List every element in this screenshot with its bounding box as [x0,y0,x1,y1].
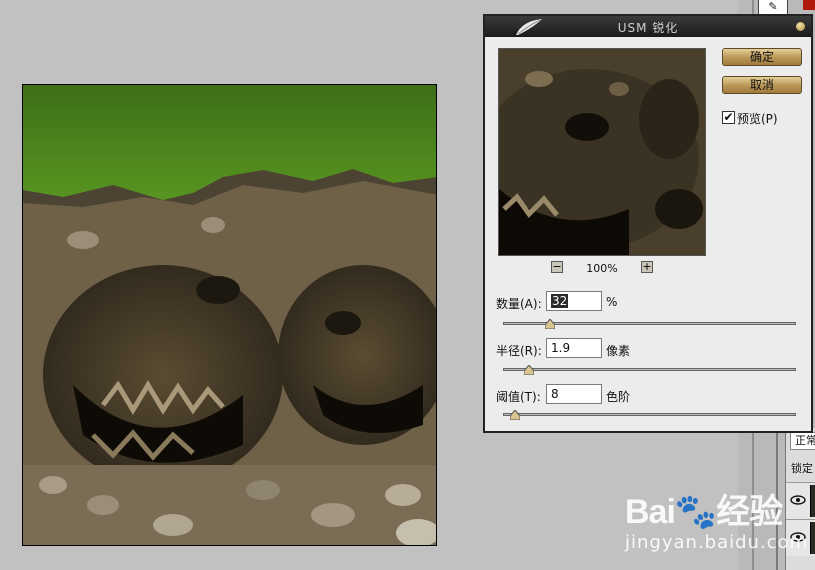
lock-label: 锁定 [791,462,813,475]
eye-icon[interactable] [790,493,806,507]
ok-button[interactable]: 确定 [722,48,802,66]
amount-value: 32 [551,294,569,308]
layer-row[interactable] [786,519,815,556]
zoom-level: 100% [586,262,618,275]
document-canvas[interactable] [22,84,437,546]
layer-row[interactable] [786,482,815,519]
radius-input[interactable]: 1.9 [546,338,602,358]
radius-label: 半径(R): [496,344,542,358]
close-icon[interactable] [796,22,805,31]
amount-unit: % [606,295,618,309]
threshold-label: 阈值(T): [496,390,541,404]
blend-mode-select[interactable]: 正常 [790,432,815,450]
threshold-unit: 色阶 [606,390,631,404]
zoom-out-button[interactable]: − [551,261,563,273]
usm-sharpen-dialog: USM 锐化 − 100% + 确定 取消 ✔ 预览(P) 数量(A): 32 … [483,14,813,433]
amount-label: 数量(A): [496,297,542,311]
preview-checkbox[interactable]: ✔ [722,111,735,124]
layer-thumbnail [810,522,815,554]
radius-unit: 像素 [606,344,631,358]
threshold-input[interactable]: 8 [546,384,602,404]
preview-image [499,49,705,255]
amount-input[interactable]: 32 [546,291,602,311]
preview-window[interactable] [498,48,706,256]
amount-slider-thumb[interactable] [544,319,555,329]
close-window-icon[interactable] [803,0,815,10]
radius-slider-track[interactable] [503,368,796,371]
layer-thumbnail [810,485,815,517]
cancel-button[interactable]: 取消 [722,76,802,94]
zoom-in-button[interactable]: + [641,261,653,273]
dialog-title: USM 锐化 [617,21,679,35]
radius-slider-thumb[interactable] [524,365,535,375]
dialog-titlebar[interactable]: USM 锐化 [485,16,811,37]
threshold-slider-thumb[interactable] [509,410,520,420]
eye-icon[interactable] [790,530,806,544]
threshold-slider-track[interactable] [503,413,796,416]
preview-label: 预览(P) [737,112,778,126]
rock-face-image [23,85,436,545]
